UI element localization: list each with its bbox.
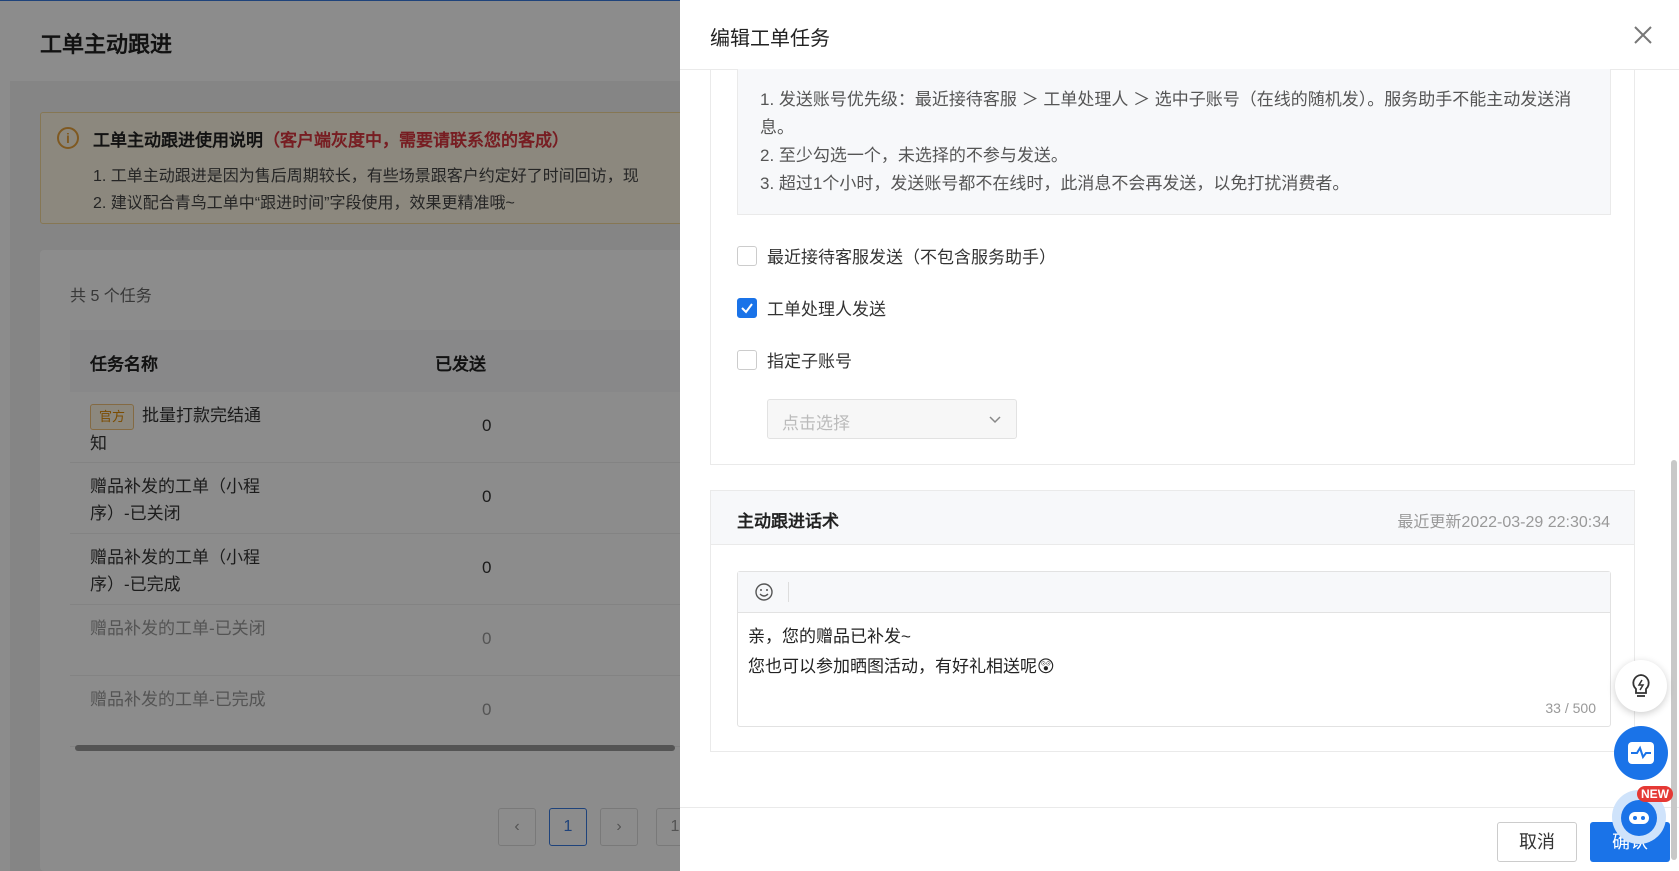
option-ticket-handler[interactable]: 工单处理人发送 bbox=[737, 295, 886, 320]
sender-settings-section: 1. 发送账号优先级：最近接待客服 ＞ 工单处理人 ＞ 选中子账号（在线的随机发… bbox=[710, 69, 1635, 465]
followup-script-section: 主动跟进话术 最近更新2022-03-29 22:30:34 亲，您的赠品已补发… bbox=[710, 490, 1635, 752]
option-label: 指定子账号 bbox=[767, 352, 852, 371]
select-placeholder: 点击选择 bbox=[782, 414, 850, 433]
tip-3: 3. 超过1个小时，发送账号都不在线时，此消息不会再发送，以免打扰消费者。 bbox=[760, 174, 1350, 193]
edit-task-drawer: 编辑工单任务 1. 发送账号优先级：最近接待客服 ＞ 工单处理人 ＞ 选中子账号… bbox=[680, 0, 1679, 871]
checkbox-unchecked[interactable] bbox=[737, 245, 757, 266]
new-badge: NEW bbox=[1637, 786, 1673, 802]
script-editor[interactable]: 亲，您的赠品已补发~ 您也可以参加晒图活动，有好礼相送呢😲 33 / 500 bbox=[737, 571, 1611, 727]
last-updated: 最近更新2022-03-29 22:30:34 bbox=[1397, 514, 1610, 531]
script-line-1: 亲，您的赠品已补发~ bbox=[748, 627, 911, 646]
script-text[interactable]: 亲，您的赠品已补发~ 您也可以参加晒图活动，有好礼相送呢😲 bbox=[748, 622, 1055, 682]
tip-1: 1. 发送账号优先级：最近接待客服 ＞ 工单处理人 ＞ 选中子账号（在线的随机发… bbox=[760, 90, 1572, 137]
sender-tips: 1. 发送账号优先级：最近接待客服 ＞ 工单处理人 ＞ 选中子账号（在线的随机发… bbox=[737, 69, 1611, 215]
tip-2: 2. 至少勾选一个，未选择的不参与发送。 bbox=[760, 146, 1068, 165]
checkbox-unchecked[interactable] bbox=[737, 349, 757, 370]
char-counter: 33 / 500 bbox=[1545, 700, 1596, 716]
close-icon[interactable] bbox=[1630, 22, 1656, 48]
toolbar-separator bbox=[788, 582, 789, 602]
emoji-icon[interactable] bbox=[754, 582, 774, 602]
pulse-icon bbox=[1628, 742, 1654, 764]
check-icon bbox=[741, 302, 753, 314]
drawer-title: 编辑工单任务 bbox=[710, 28, 830, 50]
monitor-button[interactable] bbox=[1614, 726, 1668, 780]
checkbox-checked[interactable] bbox=[737, 297, 757, 318]
footer-divider bbox=[680, 807, 1679, 808]
drawer-scrollbar[interactable] bbox=[1671, 460, 1677, 860]
editor-toolbar bbox=[738, 572, 1610, 613]
script-section-header: 主动跟进话术 最近更新2022-03-29 22:30:34 bbox=[711, 491, 1634, 545]
chevron-down-icon bbox=[989, 416, 1001, 424]
lightbulb-button[interactable] bbox=[1615, 660, 1667, 712]
script-line-2: 您也可以参加晒图活动，有好礼相送呢😲 bbox=[748, 657, 1055, 676]
cancel-button[interactable]: 取消 bbox=[1497, 822, 1577, 862]
option-label: 工单处理人发送 bbox=[767, 300, 886, 319]
option-label: 最近接待客服发送（不包含服务助手） bbox=[767, 248, 1056, 267]
sub-account-select[interactable]: 点击选择 bbox=[767, 399, 1017, 439]
script-section-title: 主动跟进话术 bbox=[737, 512, 839, 531]
modal-mask[interactable] bbox=[0, 0, 680, 871]
lightbulb-icon bbox=[1632, 674, 1650, 697]
option-recent-agent[interactable]: 最近接待客服发送（不包含服务助手） bbox=[737, 243, 1056, 268]
option-sub-account[interactable]: 指定子账号 bbox=[737, 347, 852, 372]
